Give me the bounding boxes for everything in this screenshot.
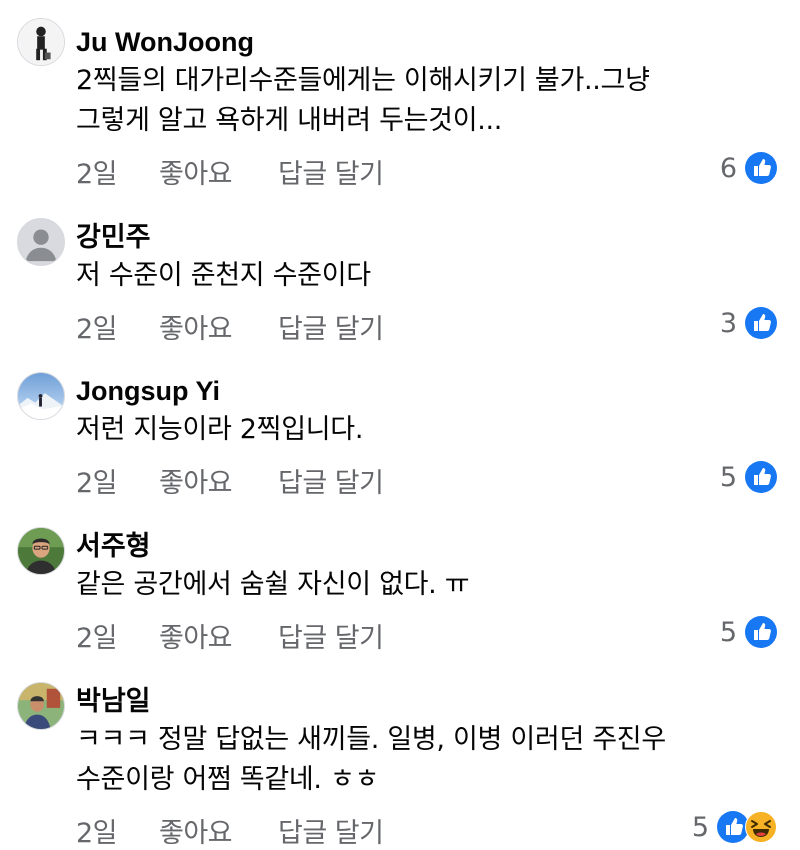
comment-author[interactable]: 서주형 — [76, 530, 151, 562]
reaction-count: 5 — [719, 461, 737, 493]
reply-button[interactable]: 답글 달기 — [278, 307, 384, 346]
comment-text-line: 저런 지능이라 2찍입니다. — [76, 414, 364, 445]
comment-timestamp[interactable]: 2일 — [76, 152, 118, 191]
like-button[interactable]: 좋아요 — [159, 307, 233, 346]
reaction-count: 3 — [719, 307, 737, 339]
comment-actions: 2일 좋아요 답글 달기 — [76, 811, 776, 849]
comment-timestamp[interactable]: 2일 — [76, 811, 118, 850]
comment-actions: 2일 좋아요 답글 달기 — [76, 307, 776, 345]
comment-text: 저 수준이 준천지 수준이다 — [76, 256, 776, 296]
comment-timestamp[interactable]: 2일 — [76, 616, 118, 655]
reply-button[interactable]: 답글 달기 — [278, 616, 384, 655]
comment-text-line: 2찍들의 대가리수준들에게는 이해시키기 불가..그냥 — [76, 65, 650, 96]
avatar[interactable] — [17, 18, 65, 66]
avatar[interactable] — [17, 682, 65, 730]
comment-text-line: 그렇게 알고 욕하게 내버려 두는것이... — [76, 105, 503, 136]
comment-text-line: ㅋㅋㅋ 정말 답없는 새끼들. 일병, 이병 이러던 주진우 — [76, 724, 666, 755]
avatar[interactable] — [17, 527, 65, 575]
avatar[interactable] — [17, 218, 65, 266]
like-button[interactable]: 좋아요 — [159, 811, 233, 850]
comment-author[interactable]: 강민주 — [76, 221, 151, 253]
comment-actions: 2일 좋아요 답글 달기 — [76, 616, 776, 654]
reaction-summary[interactable]: 6 — [720, 151, 777, 185]
comment-author[interactable]: 박남일 — [76, 685, 151, 717]
reaction-count: 6 — [719, 152, 737, 184]
comment-timestamp[interactable]: 2일 — [76, 461, 118, 500]
comment-timestamp[interactable]: 2일 — [76, 307, 118, 346]
comment-author[interactable]: Jongsup Yi — [76, 375, 220, 407]
like-button[interactable]: 좋아요 — [159, 461, 233, 500]
reaction-count: 5 — [691, 811, 709, 843]
like-icon — [745, 461, 777, 493]
like-button[interactable]: 좋아요 — [159, 616, 233, 655]
like-icon — [745, 616, 777, 648]
comment-text: ㅋㅋㅋ 정말 답없는 새끼들. 일병, 이병 이러던 주진우 수준이랑 어쩜 똑… — [76, 720, 776, 800]
comment-text: 저런 지능이라 2찍입니다. — [76, 410, 776, 450]
reply-button[interactable]: 답글 달기 — [278, 152, 384, 191]
like-icon — [745, 307, 777, 339]
reaction-summary[interactable]: 5 — [720, 460, 777, 494]
comment-author[interactable]: Ju WonJoong — [76, 26, 254, 58]
like-icon — [745, 152, 777, 184]
reaction-count: 5 — [719, 616, 737, 648]
avatar[interactable] — [17, 372, 65, 420]
like-button[interactable]: 좋아요 — [159, 152, 233, 191]
comment-text: 같은 공간에서 숨쉴 자신이 없다. ㅠ — [76, 565, 776, 605]
comment-actions: 2일 좋아요 답글 달기 — [76, 152, 776, 190]
comment-text-line: 같은 공간에서 숨쉴 자신이 없다. ㅠ — [76, 569, 470, 600]
reaction-summary[interactable]: 3 — [720, 306, 777, 340]
reply-button[interactable]: 답글 달기 — [278, 811, 384, 850]
comment-text-line: 저 수준이 준천지 수준이다 — [76, 260, 371, 291]
comment-actions: 2일 좋아요 답글 달기 — [76, 461, 776, 499]
laugh-icon — [745, 811, 777, 843]
reaction-summary[interactable]: 5 — [692, 810, 777, 844]
comment-text: 2찍들의 대가리수준들에게는 이해시키기 불가..그냥 그렇게 알고 욕하게 내… — [76, 61, 776, 141]
reply-button[interactable]: 답글 달기 — [278, 461, 384, 500]
comment-text-line: 수준이랑 어쩜 똑같네. ㅎㅎ — [76, 764, 380, 795]
reaction-summary[interactable]: 5 — [720, 615, 777, 649]
